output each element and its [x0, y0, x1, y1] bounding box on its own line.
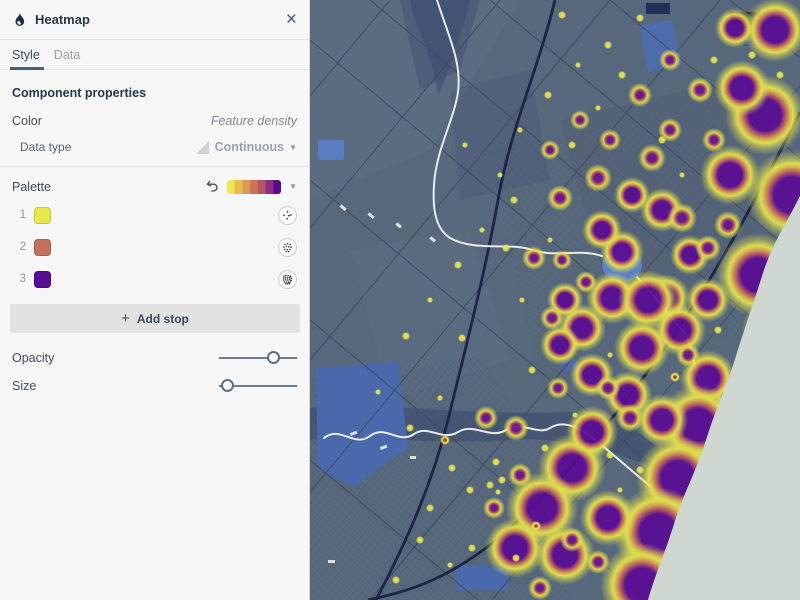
data-type-value: Continuous — [215, 140, 284, 154]
opacity-label: Opacity — [12, 351, 54, 365]
opacity-row: Opacity — [12, 349, 297, 367]
palette-stop-row: 1 — [12, 204, 297, 226]
palette-row: Palette ▼ — [12, 179, 297, 194]
add-stop-button[interactable]: + Add stop — [10, 304, 300, 333]
color-row: Color Feature density — [12, 114, 297, 128]
panel-title: Heatmap — [35, 12, 90, 27]
color-value: Feature density — [211, 114, 297, 128]
color-swatch[interactable] — [34, 239, 51, 256]
size-label: Size — [12, 379, 36, 393]
opacity-slider-handle[interactable] — [267, 351, 280, 364]
color-swatch[interactable] — [34, 271, 51, 288]
ramp-icon — [196, 141, 209, 154]
section-heading: Component properties — [12, 86, 297, 100]
heatmap-panel: Heatmap × Style Data Component propertie… — [0, 0, 310, 600]
plus-icon: + — [121, 310, 130, 327]
close-icon[interactable]: × — [286, 10, 297, 29]
size-row: Size — [12, 377, 297, 395]
chevron-down-icon: ▼ — [289, 143, 297, 152]
stop-index: 3 — [12, 273, 26, 285]
density-medium-icon[interactable] — [278, 238, 297, 257]
tab-style[interactable]: Style — [12, 48, 40, 69]
palette-stop-row: 3 — [12, 268, 297, 290]
map-canvas[interactable] — [310, 0, 800, 600]
palette-label: Palette — [12, 180, 51, 194]
color-label: Color — [12, 114, 42, 128]
density-dense-icon[interactable] — [278, 270, 297, 289]
flame-icon — [12, 12, 27, 28]
chevron-down-icon[interactable]: ▼ — [289, 182, 297, 191]
undo-icon[interactable] — [205, 179, 220, 194]
palette-stop-row: 2 — [12, 236, 297, 258]
panel-tabs: Style Data — [0, 40, 309, 70]
density-sparse-icon[interactable] — [278, 206, 297, 225]
tab-data[interactable]: Data — [54, 48, 80, 69]
data-type-row[interactable]: Data type Continuous ▼ — [20, 140, 297, 166]
stop-index: 1 — [12, 209, 26, 221]
stop-index: 2 — [12, 241, 26, 253]
size-slider-handle[interactable] — [221, 379, 234, 392]
color-swatch[interactable] — [34, 207, 51, 224]
panel-header: Heatmap × — [0, 0, 309, 40]
palette-gradient-preview[interactable] — [227, 180, 281, 194]
data-type-label: Data type — [20, 140, 71, 154]
size-slider[interactable] — [219, 377, 297, 395]
add-stop-label: Add stop — [137, 312, 189, 326]
heatmap-style-editor: Heatmap × Style Data Component propertie… — [0, 0, 800, 600]
opacity-slider[interactable] — [219, 349, 297, 367]
